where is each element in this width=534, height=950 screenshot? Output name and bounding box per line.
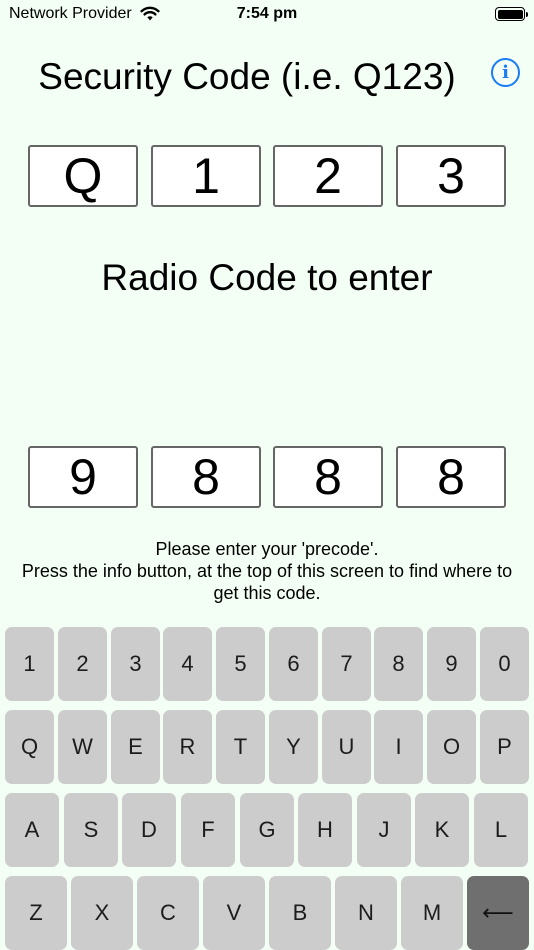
key-q[interactable]: Q	[5, 710, 54, 784]
info-icon: i	[502, 62, 509, 83]
key-x[interactable]: X	[71, 876, 133, 950]
key-0[interactable]: 0	[480, 627, 529, 701]
key-h[interactable]: H	[298, 793, 352, 867]
key-d[interactable]: D	[122, 793, 176, 867]
key-9[interactable]: 9	[427, 627, 476, 701]
status-bar: Network Provider 7:54 pm	[0, 0, 534, 28]
key-v[interactable]: V	[203, 876, 265, 950]
key-8[interactable]: 8	[374, 627, 423, 701]
key-7[interactable]: 7	[322, 627, 371, 701]
key-y[interactable]: Y	[269, 710, 318, 784]
key-g[interactable]: G	[240, 793, 294, 867]
key-3[interactable]: 3	[111, 627, 160, 701]
key-4[interactable]: 4	[163, 627, 212, 701]
radio-code-box: 8	[396, 446, 506, 508]
radio-code-box: 9	[28, 446, 138, 508]
instructions-line-2: Press the info button, at the top of thi…	[21, 561, 513, 603]
key-5[interactable]: 5	[216, 627, 265, 701]
backspace-key[interactable]: ⟵	[467, 876, 529, 950]
security-code-box[interactable]: 3	[396, 145, 506, 207]
key-p[interactable]: P	[480, 710, 529, 784]
radio-code-box: 8	[273, 446, 383, 508]
key-b[interactable]: B	[269, 876, 331, 950]
keyboard: 1 2 3 4 5 6 7 8 9 0 Q W E R T Y U I O P …	[0, 627, 534, 950]
radio-code-row: 9 8 8 8	[28, 446, 506, 508]
security-code-box[interactable]: 2	[273, 145, 383, 207]
page-title: Security Code (i.e. Q123)	[38, 56, 456, 97]
key-j[interactable]: J	[357, 793, 411, 867]
key-k[interactable]: K	[415, 793, 469, 867]
key-m[interactable]: M	[401, 876, 463, 950]
radio-code-heading: Radio Code to enter	[101, 257, 433, 298]
info-button[interactable]: i	[491, 58, 520, 87]
backspace-icon: ⟵	[482, 900, 514, 925]
security-code-box[interactable]: 1	[151, 145, 261, 207]
instructions-line-1: Please enter your 'precode'.	[155, 539, 379, 559]
key-a[interactable]: A	[5, 793, 59, 867]
key-u[interactable]: U	[322, 710, 371, 784]
clock: 7:54 pm	[236, 5, 298, 22]
key-z[interactable]: Z	[5, 876, 67, 950]
key-s[interactable]: S	[64, 793, 118, 867]
key-6[interactable]: 6	[269, 627, 318, 701]
security-code-row: Q 1 2 3	[28, 145, 506, 207]
key-2[interactable]: 2	[58, 627, 107, 701]
radio-code-box: 8	[151, 446, 261, 508]
key-t[interactable]: T	[216, 710, 265, 784]
key-o[interactable]: O	[427, 710, 476, 784]
key-i[interactable]: I	[374, 710, 423, 784]
key-e[interactable]: E	[111, 710, 160, 784]
key-f[interactable]: F	[181, 793, 235, 867]
instructions: Please enter your 'precode'. Press the i…	[10, 538, 524, 604]
key-r[interactable]: R	[163, 710, 212, 784]
key-l[interactable]: L	[474, 793, 528, 867]
key-1[interactable]: 1	[5, 627, 54, 701]
security-code-box[interactable]: Q	[28, 145, 138, 207]
key-w[interactable]: W	[58, 710, 107, 784]
key-c[interactable]: C	[137, 876, 199, 950]
key-n[interactable]: N	[335, 876, 397, 950]
battery-icon	[495, 7, 528, 21]
